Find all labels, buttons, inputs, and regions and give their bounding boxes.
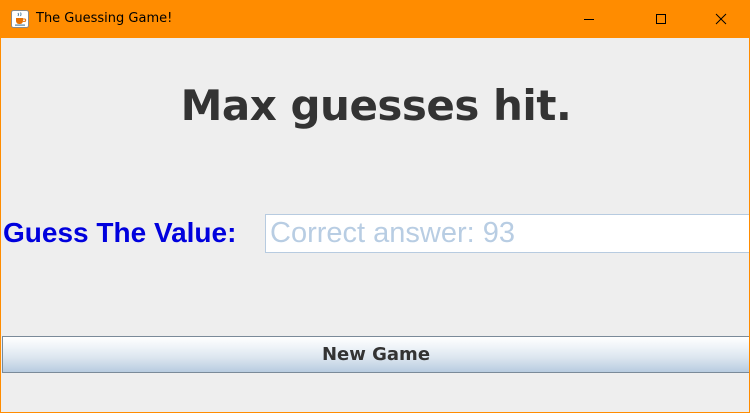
close-icon	[715, 13, 727, 25]
title-bar[interactable]: The Guessing Game!	[1, 0, 749, 38]
maximize-button[interactable]	[638, 0, 684, 38]
new-game-button[interactable]: New Game	[2, 336, 749, 373]
guess-input[interactable]	[265, 214, 749, 253]
close-button[interactable]	[698, 0, 744, 38]
content-panel: Max guesses hit. Guess The Value: New Ga…	[1, 38, 749, 412]
status-message: Max guesses hit.	[180, 81, 572, 130]
guess-label: Guess The Value:	[3, 217, 237, 248]
window-title: The Guessing Game!	[36, 11, 173, 26]
maximize-icon	[656, 14, 666, 24]
java-coffee-cup-icon	[11, 10, 29, 28]
minimize-icon	[584, 19, 594, 20]
app-window: The Guessing Game! Max guesses hit. Gues…	[0, 0, 750, 413]
minimize-button[interactable]	[566, 0, 612, 38]
